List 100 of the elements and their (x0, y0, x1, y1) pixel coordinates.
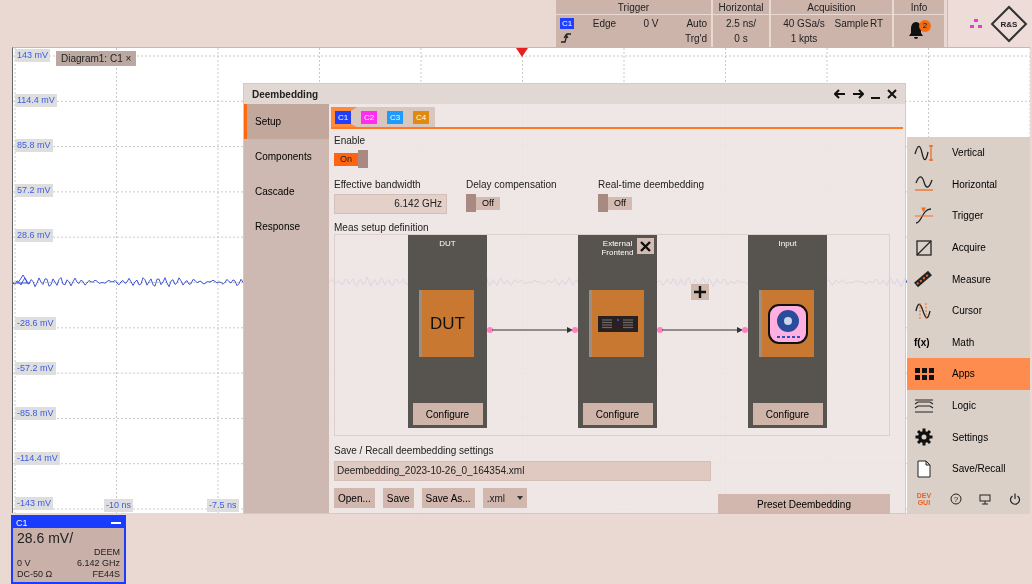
trigger-level: 0 V (642, 17, 660, 29)
dialog-title: Deembedding (252, 88, 319, 100)
plus-icon (694, 286, 706, 298)
wave-horizontal-scale-icon (914, 175, 934, 194)
caret-icon (516, 496, 523, 500)
back-arrow-icon[interactable] (834, 89, 846, 99)
nav-tab[interactable]: Response (244, 209, 329, 244)
component-card[interactable] (761, 290, 814, 357)
component-card[interactable] (591, 290, 644, 357)
y-axis-label: -114.4 mV (15, 451, 60, 465)
time-scale: 2.5 ns/ (725, 18, 757, 29)
add-button[interactable] (691, 284, 709, 300)
field-label: Real-time deembedding (598, 179, 706, 191)
y-axis-label: -85.8 mV (15, 406, 56, 420)
remove-button[interactable] (637, 238, 654, 254)
close-icon (640, 240, 651, 252)
file-button[interactable]: Open... (334, 488, 375, 508)
device-front-panel-icon (597, 315, 638, 332)
format-dropdown[interactable]: .xml (482, 488, 527, 508)
document-icon (914, 459, 934, 478)
card-label: DUT (430, 313, 465, 334)
logo-text: R&S (1000, 19, 1018, 28)
help-icon[interactable]: ? (949, 493, 962, 506)
acquisition-mode: Sample (833, 18, 870, 29)
y-axis-label: -28.6 mV (15, 316, 56, 330)
diagram-tab[interactable]: Diagram1: C1 × (56, 51, 137, 66)
probe-input-icon (767, 303, 808, 344)
channel-bandwidth: 6.142 GHz (75, 558, 120, 569)
section-label: Meas setup definition (334, 222, 430, 234)
sample-rate: 40 GSa/s (782, 18, 826, 29)
y-axis-label: 143 mV (15, 49, 51, 62)
menu-item[interactable]: Logic (907, 389, 1030, 422)
trigger-mode: Auto (685, 17, 707, 29)
trigger-type: Edge (591, 17, 618, 29)
channel-tab[interactable]: C1 (331, 107, 357, 127)
rising-edge-icon (560, 32, 572, 45)
section-label: Save / Recall deembedding settings (334, 445, 495, 457)
menu-item[interactable]: Cursor (907, 294, 1030, 327)
field-label: Delay compensation (466, 179, 558, 191)
configure-button[interactable]: Configure (412, 403, 483, 425)
notification-count: 2 (919, 20, 931, 32)
monitor-icon[interactable] (979, 493, 992, 505)
y-axis-label: -57.2 mV (15, 361, 56, 375)
y-axis-label: 28.6 mV (15, 229, 53, 243)
square-diagonal-icon (914, 238, 934, 257)
file-name-field[interactable]: Deembedding_2023-10-26_0_164354.xml (334, 461, 711, 481)
channel-badge: C1 (560, 17, 574, 29)
frontend-name: FE44S (91, 569, 120, 580)
menu-item[interactable]: Acquire (907, 231, 1030, 264)
menu-item[interactable]: Save/Recall (907, 452, 1030, 485)
close-icon[interactable] (887, 89, 897, 99)
panel-title: Info (894, 0, 944, 15)
channel-title: C1 (16, 517, 28, 528)
edge-curve-icon (914, 207, 934, 225)
y-axis-label: -143 mV (15, 496, 53, 510)
input-field[interactable]: 6.142 GHz (334, 194, 447, 214)
block-title: DUT (438, 239, 457, 250)
menu-item[interactable]: f(x) Math (907, 326, 1030, 359)
menu-item[interactable]: Apps (907, 358, 1030, 390)
trigger-position-marker-icon[interactable] (516, 48, 528, 57)
nav-tab[interactable]: Setup (244, 104, 329, 139)
x-axis-label: -10 ns (104, 499, 133, 512)
block-title: Input (777, 239, 798, 250)
menu-item[interactable]: Vertical (907, 137, 1030, 169)
component-card[interactable]: DUT (421, 290, 474, 357)
record-length: 1 kpts (789, 33, 819, 44)
menu-item[interactable]: Trigger (907, 200, 1030, 232)
forward-arrow-icon[interactable] (852, 89, 864, 99)
nav-tab[interactable]: Cascade (244, 174, 329, 209)
acquisition-type: RT (870, 18, 885, 29)
bell-icon[interactable] (907, 20, 925, 40)
network-icon[interactable] (970, 19, 982, 28)
channel-mode: DEEM (93, 547, 120, 558)
field-label: Effective bandwidth (334, 179, 422, 191)
y-axis-label: 85.8 mV (15, 139, 53, 153)
file-button[interactable]: Save (382, 488, 414, 508)
configure-button[interactable]: Configure (752, 403, 823, 425)
y-axis-label: 114.4 mV (15, 94, 57, 108)
channel-info-box[interactable]: C1 28.6 mV/ DEEM 0 V 6.142 GHz DC-50 Ω FE44S (11, 515, 126, 584)
ground-marker-icon (15, 274, 31, 285)
configure-button[interactable]: Configure (582, 403, 653, 425)
file-button[interactable]: Save As... (421, 488, 475, 508)
menu-item[interactable]: Settings (907, 421, 1030, 453)
power-icon[interactable] (1009, 493, 1022, 506)
function-icon: f(x) (914, 336, 934, 348)
minimize-icon[interactable] (111, 521, 121, 524)
menu-item[interactable]: Measure (907, 263, 1030, 295)
time-position: 0 s (733, 33, 749, 44)
preset-button[interactable]: Preset Deembedding (718, 494, 890, 514)
x-axis-label: -7.5 ns (207, 499, 239, 512)
wave-vertical-scale-icon (914, 143, 934, 162)
menu-item[interactable]: Horizontal (907, 168, 1030, 201)
panel-title: Trigger (556, 0, 711, 15)
nav-tab[interactable]: Components (244, 139, 329, 174)
y-axis-label: 57.2 mV (15, 184, 53, 198)
vertical-scale: 28.6 mV/ (17, 530, 75, 547)
dropdown-value: .xml (486, 492, 505, 504)
wave-cursor-icon (914, 301, 934, 320)
channel-coupling: DC-50 Ω (17, 569, 53, 580)
field-label: Enable (334, 135, 367, 147)
